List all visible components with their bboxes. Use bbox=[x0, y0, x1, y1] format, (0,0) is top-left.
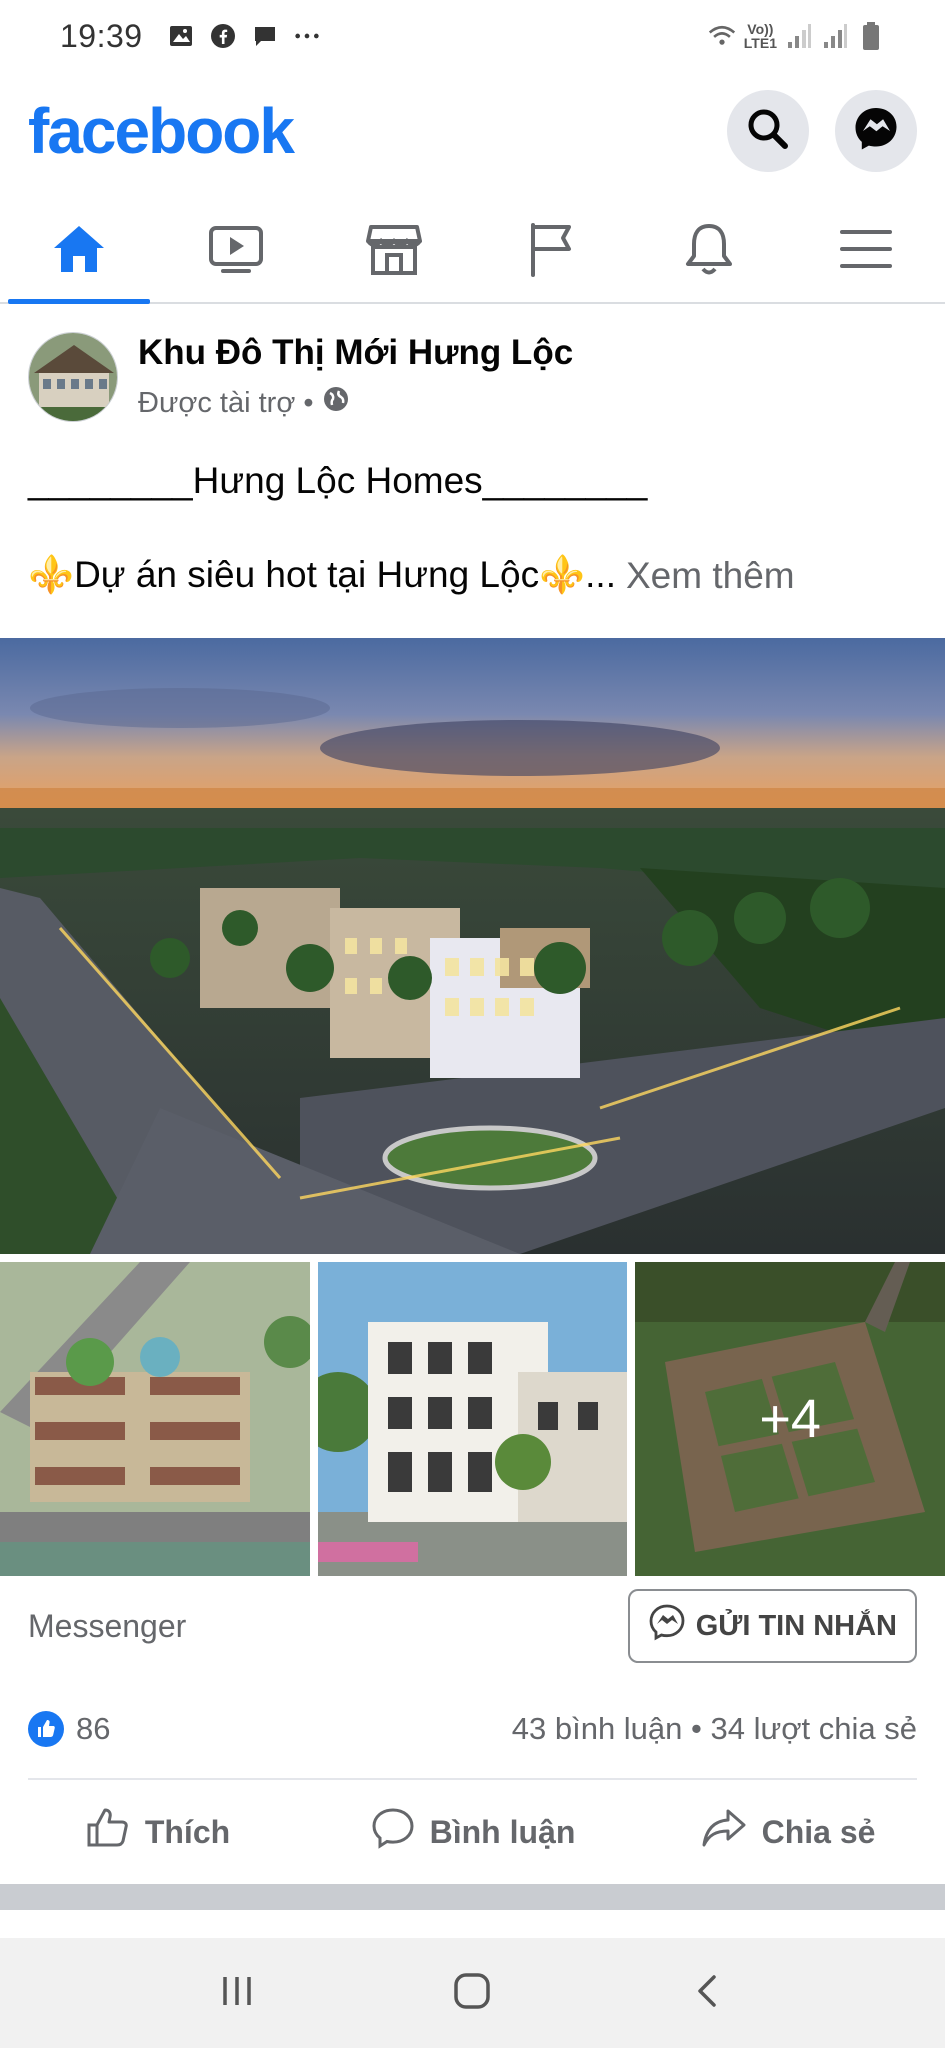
post-actions: Thích Bình luận Chia sẻ bbox=[0, 1786, 945, 1878]
tab-pages[interactable] bbox=[473, 200, 631, 302]
see-more-link[interactable]: Xem thêm bbox=[626, 555, 795, 597]
photo-thumbnails: +4 bbox=[0, 1262, 945, 1576]
photo-thumbnail[interactable] bbox=[0, 1262, 310, 1576]
post-text-line: ⚜️Dự án siêu hot tại Hưng Lộc⚜️... Xem t… bbox=[28, 554, 795, 597]
video-icon bbox=[207, 223, 265, 280]
status-system-icons: Vo)) LTE1 bbox=[708, 22, 885, 50]
messenger-icon bbox=[852, 105, 900, 158]
flag-icon bbox=[525, 221, 577, 282]
tab-notifications[interactable] bbox=[630, 200, 788, 302]
page-info: Khu Đô Thị Mới Hưng Lộc Được tài trợ • bbox=[138, 333, 573, 421]
signal-icon bbox=[821, 22, 849, 50]
search-icon bbox=[745, 106, 791, 157]
post-text-line: ________Hưng Lộc Homes________ bbox=[28, 460, 648, 501]
tab-marketplace[interactable] bbox=[315, 200, 473, 302]
volte-lte-icon: Vo)) LTE1 bbox=[743, 21, 777, 51]
share-icon bbox=[700, 1805, 748, 1859]
status-notification-icons bbox=[167, 22, 321, 50]
post-text: ________Hưng Lộc Homes________ ⚜️Dự án s… bbox=[0, 460, 945, 597]
comments-shares-count[interactable]: 43 bình luận • 34 lượt chia sẻ bbox=[512, 1711, 917, 1747]
send-message-button[interactable]: GỬI TIN NHẮN bbox=[627, 1589, 917, 1663]
reaction-stats: 86 43 bình luận • 34 lượt chia sẻ bbox=[0, 1694, 945, 1764]
page-name[interactable]: Khu Đô Thị Mới Hưng Lộc bbox=[138, 333, 573, 373]
globe-icon bbox=[322, 385, 350, 421]
signal-icon bbox=[785, 22, 813, 50]
cta-row: Messenger GỬI TIN NHẮN bbox=[0, 1578, 945, 1674]
post-header: Khu Đô Thị Mới Hưng Lộc Được tài trợ • bbox=[0, 306, 945, 422]
main-photo[interactable] bbox=[0, 638, 945, 1254]
avatar[interactable] bbox=[28, 332, 118, 422]
comment-icon bbox=[370, 1805, 416, 1859]
wifi-calling-icon bbox=[708, 22, 736, 50]
status-bar: 19:39 Vo)) LTE1 bbox=[0, 0, 945, 72]
top-nav bbox=[0, 200, 945, 304]
photo-thumbnail[interactable] bbox=[317, 1262, 628, 1576]
back-icon[interactable] bbox=[688, 1971, 728, 2016]
like-button[interactable]: Thích bbox=[0, 1786, 315, 1878]
system-nav-bar bbox=[0, 1938, 945, 2048]
post-media: +4 bbox=[0, 638, 945, 1576]
sponsored-post: Khu Đô Thị Mới Hưng Lộc Được tài trợ • _… bbox=[0, 306, 945, 597]
battery-icon bbox=[857, 22, 885, 50]
feed-separator bbox=[0, 1884, 945, 1910]
photo-thumbnail[interactable]: +4 bbox=[635, 1262, 945, 1576]
tab-watch[interactable] bbox=[158, 200, 316, 302]
sponsored-label: Được tài trợ • bbox=[138, 385, 573, 421]
header-actions bbox=[727, 90, 917, 172]
more-photos-count[interactable]: +4 bbox=[635, 1262, 945, 1576]
status-time: 19:39 bbox=[60, 17, 143, 54]
messenger-button[interactable] bbox=[835, 90, 917, 172]
home-icon bbox=[50, 222, 108, 281]
facebook-logo[interactable]: facebook bbox=[28, 94, 295, 168]
divider bbox=[28, 1778, 917, 1780]
bell-icon bbox=[683, 220, 735, 283]
message-icon bbox=[251, 22, 279, 50]
gallery-icon bbox=[167, 22, 195, 50]
share-button[interactable]: Chia sẻ bbox=[630, 1786, 945, 1878]
recent-apps-icon[interactable] bbox=[217, 1971, 257, 2016]
facebook-icon bbox=[209, 22, 237, 50]
messenger-icon bbox=[648, 1603, 686, 1649]
more-dots-icon bbox=[293, 22, 321, 50]
shop-icon bbox=[365, 221, 423, 282]
thumbs-up-icon bbox=[85, 1805, 131, 1859]
app-header: facebook bbox=[0, 72, 945, 190]
comment-button[interactable]: Bình luận bbox=[315, 1786, 630, 1878]
hamburger-icon bbox=[840, 226, 893, 277]
cta-source: Messenger bbox=[28, 1607, 187, 1644]
home-button-icon[interactable] bbox=[450, 1969, 494, 2018]
like-reaction-icon bbox=[28, 1711, 64, 1747]
tab-home[interactable] bbox=[0, 200, 158, 304]
search-button[interactable] bbox=[727, 90, 809, 172]
reactions-count[interactable]: 86 bbox=[76, 1711, 110, 1747]
tab-menu[interactable] bbox=[788, 200, 945, 302]
